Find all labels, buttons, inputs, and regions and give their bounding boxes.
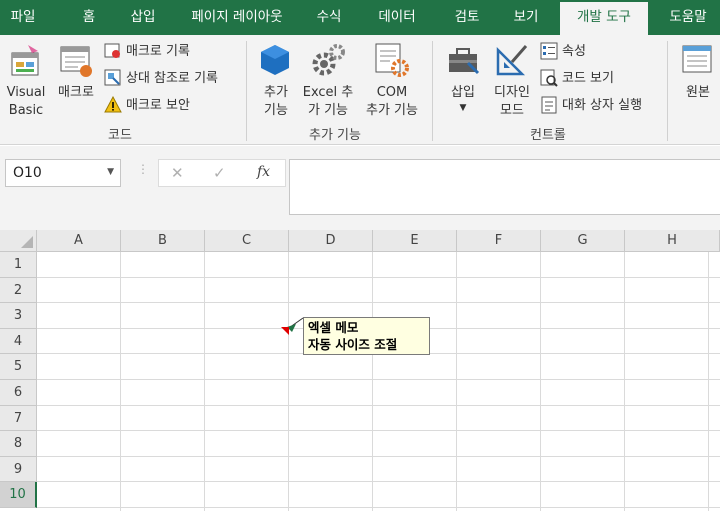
note-connector [281, 317, 304, 335]
comment-indicator-icon[interactable] [281, 327, 289, 335]
note-line-2: 자동 사이즈 조절 [308, 337, 398, 352]
note-line-1: 엑셀 메모 [308, 320, 359, 335]
cell-note[interactable]: 엑셀 메모 자동 사이즈 조절 [303, 317, 430, 355]
